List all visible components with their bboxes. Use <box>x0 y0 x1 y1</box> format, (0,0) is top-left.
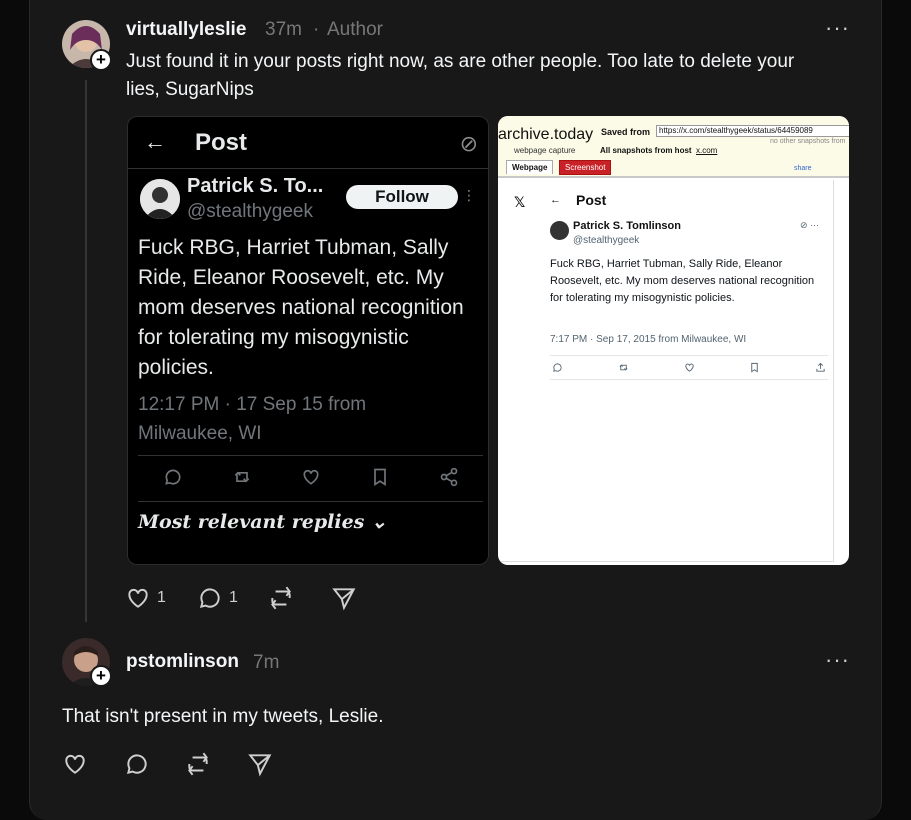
share-link: share <box>794 165 812 172</box>
archived-author-name: Patrick S. Tomlinson <box>573 220 681 232</box>
bookmark-icon <box>373 468 386 487</box>
retweet-icon <box>234 471 249 483</box>
divider <box>550 355 828 356</box>
tweet-body: Fuck RBG, Harriet Tubman, Sally Ride, El… <box>138 236 464 379</box>
webpage-capture-label: webpage capture <box>514 146 576 155</box>
most-relevant-replies: Most relevant replies ⌄ <box>138 511 387 533</box>
like-icon <box>684 363 694 372</box>
all-snapshots-label: All snapshots from host <box>600 146 692 155</box>
follow-plus-icon[interactable]: + <box>90 49 112 71</box>
x-logo-icon: 𝕏 <box>514 194 526 210</box>
like-icon <box>303 469 318 485</box>
author-badge: Author <box>327 19 383 40</box>
heart-icon <box>65 754 85 774</box>
comment-button[interactable]: 1 <box>197 585 238 611</box>
share-icon <box>816 362 825 372</box>
divider <box>138 501 483 502</box>
tab-webpage: Webpage <box>506 160 554 174</box>
post-text: Just found it in your posts right now, a… <box>126 51 795 100</box>
post-text: That isn't present in my tweets, Leslie. <box>62 706 384 727</box>
more-options-icon[interactable]: ··· <box>825 647 850 673</box>
archived-tweet-actions <box>550 362 828 373</box>
comment-icon <box>199 588 220 609</box>
repost-icon <box>188 752 208 776</box>
like-count: 1 <box>157 589 166 606</box>
more-options-icon[interactable]: ··· <box>825 15 850 41</box>
comment-icon <box>126 754 147 775</box>
username[interactable]: virtuallyleslie <box>126 19 246 41</box>
tweet-author-name: Patrick S. To... <box>187 175 324 197</box>
archive-url-field: https://x.com/stealthygeek/status/644590… <box>656 125 849 137</box>
divider <box>550 379 828 380</box>
saved-from-label: Saved from <box>601 127 651 137</box>
tweet-follow-button: Follow <box>346 185 458 209</box>
repost-icon <box>271 586 291 610</box>
comment-count: 1 <box>229 589 238 606</box>
attached-image-tweet[interactable]: ← Post ⊘ Patrick S. To... @stealthygeek … <box>127 116 489 565</box>
tweet-actions <box>138 467 483 487</box>
tweet-author-handle: @stealthygeek <box>187 201 313 222</box>
attached-image-archive[interactable]: archive.today Saved from https://x.com/s… <box>498 116 849 565</box>
tweet-more-icon: ⋮ <box>462 187 476 203</box>
share-button[interactable] <box>331 585 357 611</box>
other-snapshots-note: no other snapshots from <box>770 138 846 145</box>
comment-button[interactable] <box>124 751 150 777</box>
reply-icon <box>553 363 562 372</box>
archive-logo: archive.today <box>498 126 594 143</box>
post-time[interactable]: 37m <box>265 19 302 41</box>
tweet-timestamp: 12:17 PM · 17 Sep 15 from Milwaukee, WI <box>138 394 367 444</box>
grok-more-icon: ⊘ ··· <box>800 220 820 230</box>
share-icon <box>440 467 457 487</box>
divider <box>138 455 483 456</box>
heart-icon <box>128 588 148 608</box>
archived-tweet-body: Fuck RBG, Harriet Tubman, Sally Ride, El… <box>550 258 815 304</box>
image-header <box>128 117 488 169</box>
back-arrow-icon: ← <box>550 194 561 206</box>
archived-avatar <box>550 221 569 240</box>
image-page-title: Post <box>195 129 248 156</box>
send-icon <box>248 754 272 777</box>
follow-plus-icon[interactable]: + <box>90 665 112 687</box>
repost-button[interactable] <box>268 585 294 611</box>
username[interactable]: pstomlinson <box>126 651 239 673</box>
thread-line <box>85 80 87 622</box>
like-button[interactable] <box>62 751 88 777</box>
share-button[interactable] <box>247 751 273 777</box>
archived-author-handle: @stealthygeek <box>573 235 640 246</box>
like-button[interactable]: 1 <box>125 585 166 611</box>
send-icon <box>332 588 356 611</box>
repost-button[interactable] <box>185 751 211 777</box>
meta-separator: · <box>313 19 320 40</box>
grok-icon: ⊘ <box>459 131 478 156</box>
tab-screenshot: Screenshot <box>559 160 612 175</box>
archived-page-title: Post <box>576 192 607 208</box>
tweet-avatar <box>140 179 180 219</box>
reply-icon <box>164 469 180 485</box>
host-link: x.com <box>696 146 718 155</box>
bookmark-icon <box>751 362 758 373</box>
post-time[interactable]: 7m <box>253 652 279 674</box>
back-arrow-icon: ← <box>144 129 166 154</box>
retweet-icon <box>619 364 628 371</box>
archived-tweet-timestamp: 7:17 PM · Sep 17, 2015 from Milwaukee, W… <box>550 334 747 345</box>
